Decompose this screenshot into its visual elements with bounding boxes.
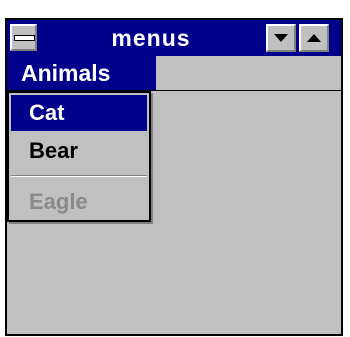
maximize-arrow-icon <box>307 34 321 42</box>
minimize-button[interactable] <box>266 24 296 52</box>
menu-item-eagle: Eagle <box>29 189 88 214</box>
title-bar[interactable]: menus <box>7 20 341 56</box>
system-menu-icon <box>14 35 35 41</box>
maximize-button[interactable] <box>299 24 329 52</box>
minimize-arrow-icon <box>274 34 288 42</box>
animals-dropdown-menu: Cat Bear Eagle <box>7 91 151 222</box>
menu-animals[interactable]: Animals <box>7 56 156 90</box>
menu-item-cat[interactable]: Cat <box>11 95 147 131</box>
window-title: menus <box>111 25 191 51</box>
system-menu-button[interactable] <box>10 24 37 51</box>
menu-separator <box>11 175 147 177</box>
menu-bar: Animals <box>7 56 341 91</box>
menu-item-bear[interactable]: Bear <box>11 133 147 169</box>
